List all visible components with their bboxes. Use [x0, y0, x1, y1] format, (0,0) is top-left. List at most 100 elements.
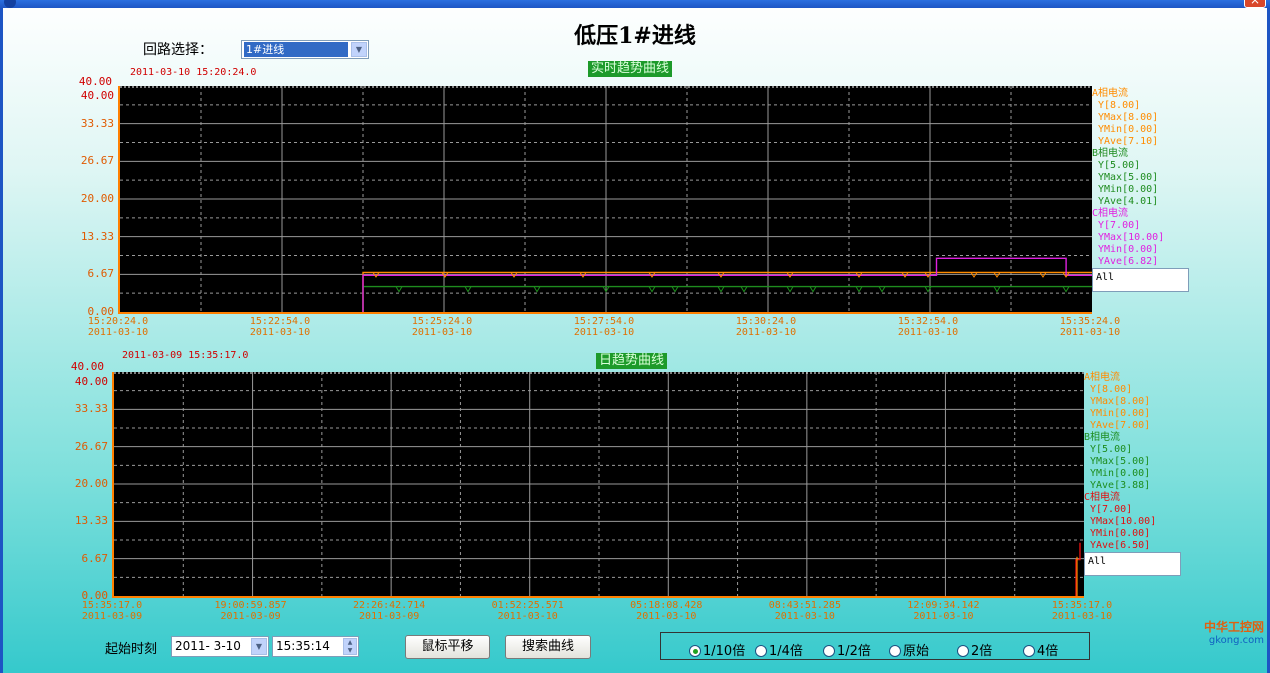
- x-tick-label: 22:26:42.714 2011-03-09: [344, 600, 434, 622]
- mouse-pan-button[interactable]: 鼠标平移: [405, 635, 490, 659]
- x-tick-label: 05:18:08.428 2011-03-10: [621, 600, 711, 622]
- x-tick-date: 2011-03-09: [220, 611, 281, 622]
- close-button[interactable]: ×: [1244, 0, 1266, 8]
- radio-icon[interactable]: [957, 645, 969, 657]
- chevron-down-icon[interactable]: ▼: [251, 638, 267, 655]
- legend-stat: Y[7.00]: [1090, 504, 1133, 515]
- zoom-radio-1[interactable]: 1/4倍: [755, 640, 803, 659]
- chevron-down-icon[interactable]: ▼: [351, 42, 367, 57]
- y-tick-label: 26.67: [74, 439, 108, 453]
- series-wiggle: [533, 286, 541, 293]
- realtime-plot-area[interactable]: [118, 86, 1092, 314]
- radio-icon[interactable]: [823, 645, 835, 657]
- legend-stat: YAve[7.10]: [1098, 136, 1159, 147]
- legend-stat: YAve[4.01]: [1098, 196, 1159, 207]
- realtime-y-top-label: 40.00: [78, 75, 112, 88]
- legend-series-name[interactable]: B相电流: [1084, 432, 1156, 444]
- watermark-logo: 中华工控网 gkong.com: [1203, 620, 1264, 646]
- x-tick-date: 2011-03-10: [573, 327, 635, 338]
- app-icon: [4, 0, 16, 8]
- start-time-label: 起始时刻: [105, 642, 158, 657]
- series-wiggle: [786, 286, 794, 293]
- x-tick-date: 2011-03-09: [81, 611, 143, 622]
- legend-series-name[interactable]: B相电流: [1092, 148, 1164, 160]
- daily-timestamp: 2011-03-09 15:35:17.0: [122, 350, 249, 361]
- x-tick-date: 2011-03-10: [411, 327, 473, 338]
- x-tick-time: 15:32:54.0: [897, 316, 959, 327]
- y-tick-label: 40.00: [74, 375, 108, 388]
- legend-stat: YMin[0.00]: [1098, 124, 1159, 135]
- x-tick-time: 15:20:24.0: [87, 316, 149, 327]
- x-tick-date: 2011-03-10: [1059, 327, 1121, 338]
- x-tick-time: 22:26:42.714: [353, 600, 426, 611]
- x-tick-label: 15:25:24.0 2011-03-10: [397, 316, 487, 338]
- start-time-field[interactable]: 15:35:14 ▲ ▼: [272, 636, 359, 657]
- series-wiggle: [648, 286, 656, 293]
- legend-stat: YMax[5.00]: [1090, 456, 1151, 467]
- x-tick-time: 15:35:17.0: [81, 600, 143, 611]
- loop-select[interactable]: 1#进线 ▼: [241, 40, 369, 59]
- x-tick-time: 12:09:34.142: [907, 600, 980, 611]
- x-tick-label: 15:35:17.0 2011-03-09: [67, 600, 157, 622]
- x-tick-date: 2011-03-10: [897, 327, 959, 338]
- realtime-all-box[interactable]: All: [1092, 268, 1189, 292]
- legend-stat: Y[5.00]: [1090, 444, 1133, 455]
- legend-stat: YMax[5.00]: [1098, 172, 1159, 183]
- daily-plot-area[interactable]: [112, 372, 1084, 598]
- y-tick-label: 40.00: [80, 89, 114, 102]
- series-wiggle: [464, 286, 472, 293]
- zoom-radio-3[interactable]: 原始: [889, 640, 929, 659]
- zoom-radio-5[interactable]: 4倍: [1023, 640, 1058, 659]
- realtime-timestamp: 2011-03-10 15:20:24.0: [130, 67, 257, 78]
- x-tick-label: 15:35:24.0 2011-03-10: [1045, 316, 1135, 338]
- series-wiggle: [740, 286, 748, 293]
- x-tick-time: 15:25:24.0: [411, 316, 473, 327]
- daily-chart-title: 日趋势曲线: [596, 353, 668, 369]
- y-tick-label: 20.00: [74, 477, 108, 490]
- y-tick-label: 33.33: [74, 402, 108, 416]
- x-tick-label: 15:22:54.0 2011-03-10: [235, 316, 325, 338]
- x-tick-label: 19:00:59.857 2011-03-09: [206, 600, 296, 622]
- legend-stat: YAve[6.50]: [1090, 540, 1151, 551]
- y-tick-label: 26.67: [80, 154, 114, 168]
- y-tick-label: 20.00: [80, 192, 114, 205]
- x-tick-time: 08:43:51.285: [768, 600, 841, 611]
- series-wiggle: [671, 286, 679, 293]
- legend-stat: YAve[6.82]: [1098, 256, 1159, 267]
- legend-series-name[interactable]: A相电流: [1084, 372, 1156, 384]
- radio-icon[interactable]: [889, 645, 901, 657]
- x-tick-time: 01:52:25.571: [491, 600, 564, 611]
- legend-series-name[interactable]: A相电流: [1092, 88, 1164, 100]
- x-tick-time: 15:30:24.0: [735, 316, 797, 327]
- search-curve-button[interactable]: 搜索曲线: [505, 635, 591, 659]
- x-tick-date: 2011-03-10: [774, 611, 835, 622]
- radio-icon[interactable]: [689, 645, 701, 657]
- series-wiggle: [717, 286, 725, 293]
- legend-series-name[interactable]: C相电流: [1084, 492, 1156, 504]
- series-wiggle: [395, 286, 403, 293]
- series-wiggle: [993, 286, 1001, 293]
- legend-series-name[interactable]: C相电流: [1092, 208, 1164, 220]
- x-tick-time: 15:27:54.0: [573, 316, 635, 327]
- legend-stat: YMin[0.00]: [1098, 244, 1159, 255]
- loop-select-value: 1#进线: [244, 42, 348, 57]
- y-tick-label: 6.67: [87, 267, 115, 281]
- x-tick-date: 2011-03-10: [497, 611, 558, 622]
- start-date-picker[interactable]: 2011- 3-10 ▼: [171, 636, 269, 657]
- series-line: [362, 257, 1092, 312]
- legend-stat: YMin[0.00]: [1090, 528, 1151, 539]
- radio-icon[interactable]: [755, 645, 767, 657]
- y-tick-label: 13.33: [74, 514, 108, 528]
- daily-chart-svg: [114, 372, 1084, 596]
- radio-icon[interactable]: [1023, 645, 1035, 657]
- time-spinner-icon[interactable]: ▲ ▼: [343, 638, 357, 655]
- x-tick-label: 15:20:24.0 2011-03-10: [73, 316, 163, 338]
- zoom-radio-0[interactable]: 1/10倍: [689, 640, 745, 659]
- y-tick-label: 33.33: [80, 116, 114, 130]
- zoom-radio-4[interactable]: 2倍: [957, 640, 992, 659]
- zoom-radio-2[interactable]: 1/2倍: [823, 640, 871, 659]
- x-tick-date: 2011-03-10: [249, 327, 311, 338]
- daily-all-box[interactable]: All: [1084, 552, 1181, 576]
- x-tick-date: 2011-03-10: [636, 611, 697, 622]
- window-titlebar: ×: [0, 0, 1270, 8]
